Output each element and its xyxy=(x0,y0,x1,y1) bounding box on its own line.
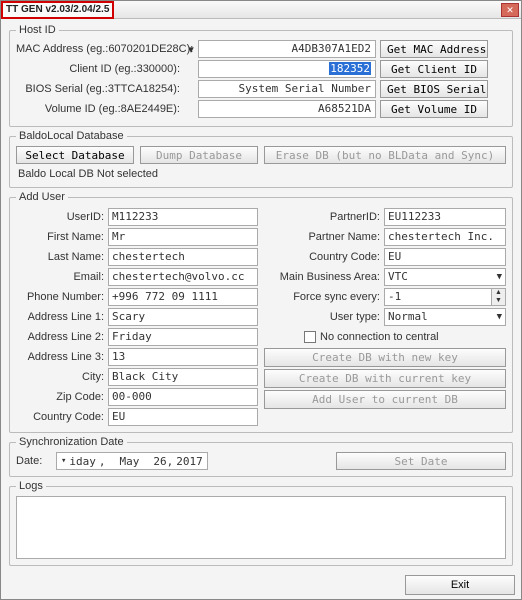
adduser-legend: Add User xyxy=(16,191,68,203)
chevron-down-icon: ▼ xyxy=(493,312,502,322)
noconnection-checkbox[interactable] xyxy=(304,331,316,343)
sync-legend: Synchronization Date xyxy=(16,436,127,448)
lastname-label: Last Name: xyxy=(16,251,108,263)
bios-value[interactable]: System Serial Number xyxy=(198,80,376,98)
usertype-label: User type: xyxy=(264,311,384,323)
date-year: 2017 xyxy=(176,455,203,468)
userid-label: UserID: xyxy=(16,211,108,223)
client-input[interactable]: 182352 xyxy=(198,60,376,78)
email-input[interactable]: chestertech@volvo.cc xyxy=(108,268,258,286)
get-bios-button[interactable]: Get BIOS Serial xyxy=(380,80,488,98)
partnername-label: Partner Name: xyxy=(264,231,384,243)
client-value: 182352 xyxy=(329,62,371,75)
partnerid-input[interactable]: EU112233 xyxy=(384,208,506,226)
adduser-left-col: UserID:M112233 First Name:Mr Last Name:c… xyxy=(16,207,258,426)
client-row: Client ID (eg.:330000): 182352 Get Clien… xyxy=(16,60,506,78)
hostid-group: Host ID MAC Address (eg.:6070201DE28C): … xyxy=(9,24,513,127)
sync-row: Date: ▾ iday , May 26, 2017 Set Date xyxy=(16,452,506,470)
firstname-input[interactable]: Mr xyxy=(108,228,258,246)
adduser-columns: UserID:M112233 First Name:Mr Last Name:c… xyxy=(16,207,506,426)
usertype-select[interactable]: Normal▼ xyxy=(384,308,506,326)
date-weekday: iday xyxy=(69,455,96,468)
baldo-btn-row: Select Database Dump Database Erase DB (… xyxy=(16,146,506,164)
chevron-down-icon: ▼ xyxy=(493,272,502,282)
content: Host ID MAC Address (eg.:6070201DE28C): … xyxy=(1,19,521,571)
get-volume-button[interactable]: Get Volume ID xyxy=(380,100,488,118)
hostid-legend: Host ID xyxy=(16,24,59,36)
partnerid-label: PartnerID: xyxy=(264,211,384,223)
adduser-group: Add User UserID:M112233 First Name:Mr La… xyxy=(9,191,513,433)
erase-db-button[interactable]: Erase DB (but no BLData and Sync) xyxy=(264,146,506,164)
spin-up-icon[interactable]: ▲ xyxy=(492,289,505,297)
logs-legend: Logs xyxy=(16,480,46,492)
addr2-input[interactable]: Friday xyxy=(108,328,258,346)
title-highlight: TT GEN v2.03/2.04/2.5 xyxy=(1,1,114,19)
addr3-label: Address Line 3: xyxy=(16,351,108,363)
partnername-input[interactable]: chestertech Inc. xyxy=(384,228,506,246)
phone-input[interactable]: +996 772 09 1111 xyxy=(108,288,258,306)
baldo-legend: BaldoLocal Database xyxy=(16,130,127,142)
date-month: May xyxy=(120,455,140,468)
exit-button[interactable]: Exit xyxy=(405,575,515,595)
create-db-newkey-button[interactable]: Create DB with new key xyxy=(264,348,506,367)
close-icon[interactable]: ✕ xyxy=(501,3,519,17)
addr1-label: Address Line 1: xyxy=(16,311,108,323)
cc-right-label: Country Code: xyxy=(264,251,384,263)
mba-label: Main Business Area: xyxy=(264,271,384,283)
force-input[interactable]: -1 xyxy=(384,288,492,306)
sync-group: Synchronization Date Date: ▾ iday , May … xyxy=(9,436,513,477)
volume-row: Volume ID (eg.:8AE2449E): A68521DA Get V… xyxy=(16,100,506,118)
userid-input[interactable]: M112233 xyxy=(108,208,258,226)
mac-value[interactable]: A4DB307A1ED2 xyxy=(198,40,376,58)
spin-down-icon[interactable]: ▼ xyxy=(492,297,505,305)
client-label: Client ID (eg.:330000): xyxy=(16,63,184,75)
city-input[interactable]: Black City xyxy=(108,368,258,386)
addr3-input[interactable]: 13 xyxy=(108,348,258,366)
noconnection-label: No connection to central xyxy=(320,331,439,343)
bios-row: BIOS Serial (eg.:3TTCA18254): System Ser… xyxy=(16,80,506,98)
cc-left-input[interactable]: EU xyxy=(108,408,258,426)
firstname-label: First Name: xyxy=(16,231,108,243)
volume-label: Volume ID (eg.:8AE2449E): xyxy=(16,103,184,115)
zip-label: Zip Code: xyxy=(16,391,108,403)
volume-value[interactable]: A68521DA xyxy=(198,100,376,118)
add-user-button[interactable]: Add User to current DB xyxy=(264,390,506,409)
date-picker[interactable]: ▾ iday , May 26, 2017 xyxy=(56,452,208,470)
city-label: City: xyxy=(16,371,108,383)
zip-input[interactable]: 00-000 xyxy=(108,388,258,406)
lastname-input[interactable]: chestertech xyxy=(108,248,258,266)
date-label: Date: xyxy=(16,455,52,467)
create-db-currentkey-button[interactable]: Create DB with current key xyxy=(264,369,506,388)
addr1-input[interactable]: Scary xyxy=(108,308,258,326)
force-label: Force sync every: xyxy=(264,291,384,303)
bios-label: BIOS Serial (eg.:3TTCA18254): xyxy=(16,83,184,95)
adduser-right-col: PartnerID:EU112233 Partner Name:chestert… xyxy=(264,207,506,426)
noconnection-row: No connection to central xyxy=(264,327,506,346)
logs-textarea[interactable] xyxy=(16,496,506,559)
app-window: TT GEN v2.03/2.04/2.5 ✕ Host ID MAC Addr… xyxy=(0,0,522,600)
date-day: 26, xyxy=(153,455,173,468)
addr2-label: Address Line 2: xyxy=(16,331,108,343)
get-mac-button[interactable]: Get MAC Address xyxy=(380,40,488,58)
mba-select[interactable]: VTC▼ xyxy=(384,268,506,286)
chevron-down-icon[interactable]: ▾ xyxy=(61,456,66,466)
mac-label: MAC Address (eg.:6070201DE28C): xyxy=(16,43,184,55)
get-client-button[interactable]: Get Client ID xyxy=(380,60,488,78)
cc-left-label: Country Code: xyxy=(16,411,108,423)
phone-label: Phone Number: xyxy=(16,291,108,303)
email-label: Email: xyxy=(16,271,108,283)
logs-group: Logs xyxy=(9,480,513,566)
set-date-button[interactable]: Set Date xyxy=(336,452,506,470)
select-database-button[interactable]: Select Database xyxy=(16,146,134,164)
force-spinner[interactable]: ▲▼ xyxy=(492,288,506,306)
baldo-status: Baldo Local DB Not selected xyxy=(16,167,506,181)
titlebar: TT GEN v2.03/2.04/2.5 ✕ xyxy=(1,1,521,19)
mac-dropdown-icon[interactable]: ▾ xyxy=(184,43,198,56)
cc-right-input[interactable]: EU xyxy=(384,248,506,266)
dump-database-button[interactable]: Dump Database xyxy=(140,146,258,164)
mac-row: MAC Address (eg.:6070201DE28C): ▾ A4DB30… xyxy=(16,40,506,58)
baldo-group: BaldoLocal Database Select Database Dump… xyxy=(9,130,513,188)
footer: Exit xyxy=(1,571,521,599)
